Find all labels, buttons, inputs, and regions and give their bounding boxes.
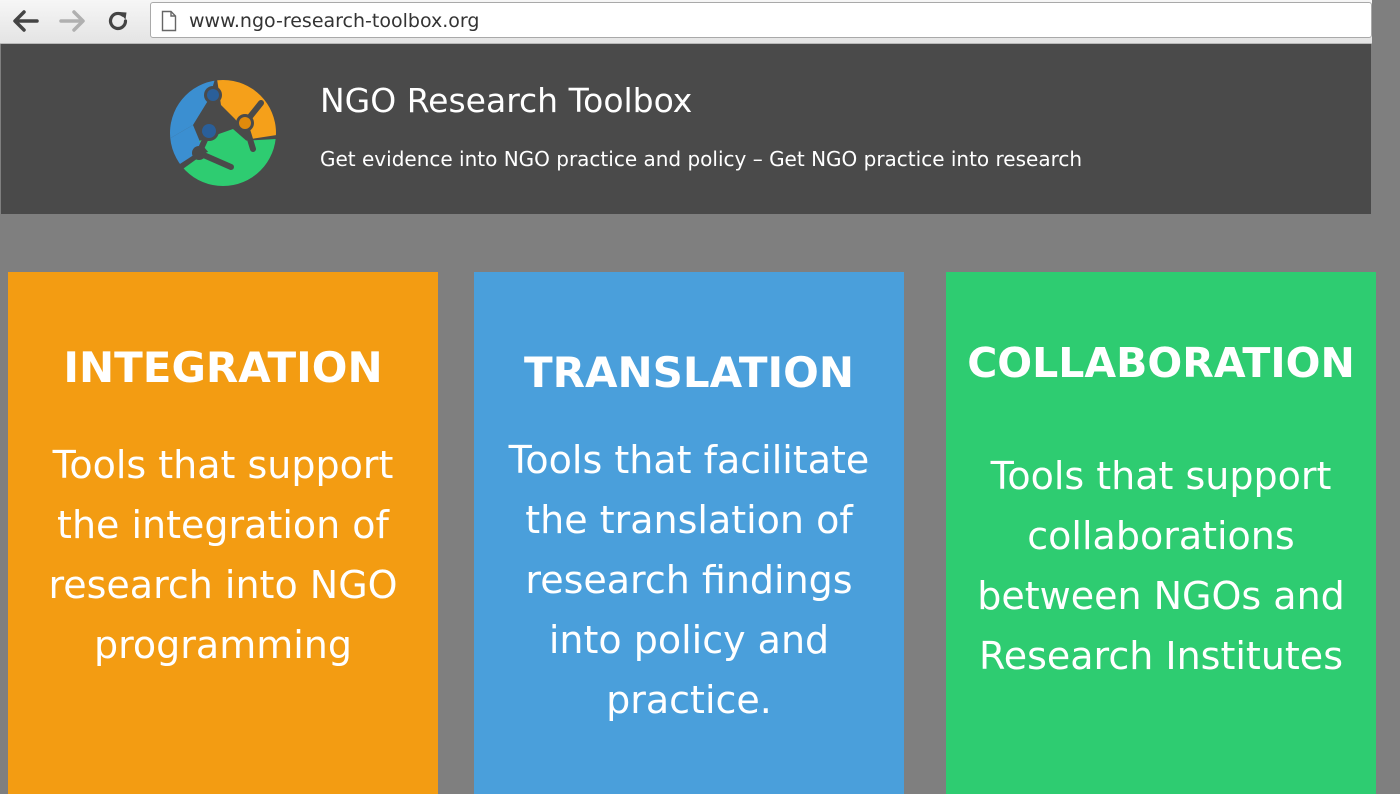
reload-icon	[108, 11, 128, 31]
site-header: NGO Research Toolbox Get evidence into N…	[1, 44, 1371, 214]
reload-button[interactable]	[102, 5, 134, 37]
forward-button[interactable]	[56, 5, 88, 37]
site-tagline: Get evidence into NGO practice and polic…	[320, 147, 1083, 171]
document-icon	[161, 10, 177, 32]
arrow-right-icon	[59, 10, 85, 32]
window-edge	[1372, 0, 1400, 43]
collaboration-card[interactable]: COLLABORATION Tools that support collabo…	[946, 272, 1376, 794]
back-button[interactable]	[10, 5, 42, 37]
browser-toolbar: www.ngo-research-toolbox.org	[0, 0, 1372, 44]
address-bar[interactable]: www.ngo-research-toolbox.org	[150, 2, 1372, 38]
card-title: INTEGRATION	[63, 343, 383, 392]
arrow-left-icon	[13, 10, 39, 32]
integration-card[interactable]: INTEGRATION Tools that support the integ…	[8, 272, 438, 794]
url-text: www.ngo-research-toolbox.org	[189, 10, 480, 32]
card-description: Tools that support the integration of re…	[48, 443, 398, 667]
card-description: Tools that facilitate the translation of…	[508, 438, 870, 722]
card-title: COLLABORATION	[967, 339, 1355, 387]
globe-logo-icon[interactable]	[169, 79, 277, 187]
card-title: TRANSLATION	[523, 348, 855, 397]
translation-card[interactable]: TRANSLATION Tools that facilitate the tr…	[474, 272, 904, 794]
site-title[interactable]: NGO Research Toolbox	[320, 81, 692, 121]
card-description: Tools that support collaborations betwee…	[977, 454, 1345, 678]
